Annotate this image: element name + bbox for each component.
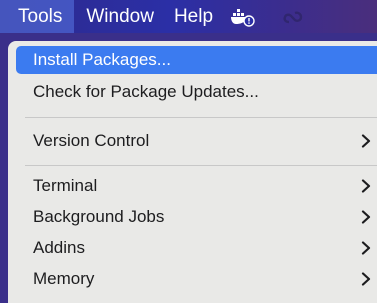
menu-item-background-jobs[interactable]: Background Jobs bbox=[16, 203, 377, 231]
menu-item-label: Memory bbox=[33, 269, 95, 288]
menu-item-label: Version Control bbox=[33, 131, 150, 150]
menu-item-label: Check for Package Updates... bbox=[33, 82, 259, 101]
menubar-help-label: Help bbox=[173, 5, 214, 27]
docker-warning-icon[interactable] bbox=[227, 0, 259, 33]
tools-menu-dropdown: Install Packages... Check for Package Up… bbox=[8, 41, 377, 303]
menu-item-version-control[interactable]: Version Control bbox=[16, 127, 377, 155]
chevron-right-icon bbox=[361, 179, 371, 193]
menu-item-label: Addins bbox=[33, 238, 85, 257]
menubar-tools-label: Tools bbox=[18, 5, 63, 27]
menu-bar: Tools Window Help bbox=[0, 0, 377, 33]
menu-item-install-packages[interactable]: Install Packages... bbox=[16, 46, 377, 74]
menu-item-terminal[interactable]: Terminal bbox=[16, 172, 377, 200]
menubar-window[interactable]: Window bbox=[74, 0, 164, 33]
menubar-help[interactable]: Help bbox=[164, 0, 223, 33]
menubar-tools[interactable]: Tools bbox=[0, 0, 75, 33]
menubar-window-label: Window bbox=[86, 5, 154, 27]
chevron-right-icon bbox=[361, 241, 371, 255]
menu-separator bbox=[25, 165, 377, 166]
chevron-right-icon bbox=[361, 272, 371, 286]
menu-item-check-package-updates[interactable]: Check for Package Updates... bbox=[16, 78, 377, 106]
chevron-right-icon bbox=[361, 134, 371, 148]
chevron-right-icon bbox=[361, 210, 371, 224]
menu-item-addins[interactable]: Addins bbox=[16, 234, 377, 262]
creative-cloud-icon[interactable] bbox=[277, 0, 309, 33]
menu-separator bbox=[25, 117, 377, 118]
menu-item-label: Background Jobs bbox=[33, 207, 165, 226]
menu-item-memory[interactable]: Memory bbox=[16, 265, 377, 293]
menu-item-label: Install Packages... bbox=[33, 50, 171, 69]
menu-item-label: Terminal bbox=[33, 176, 98, 195]
